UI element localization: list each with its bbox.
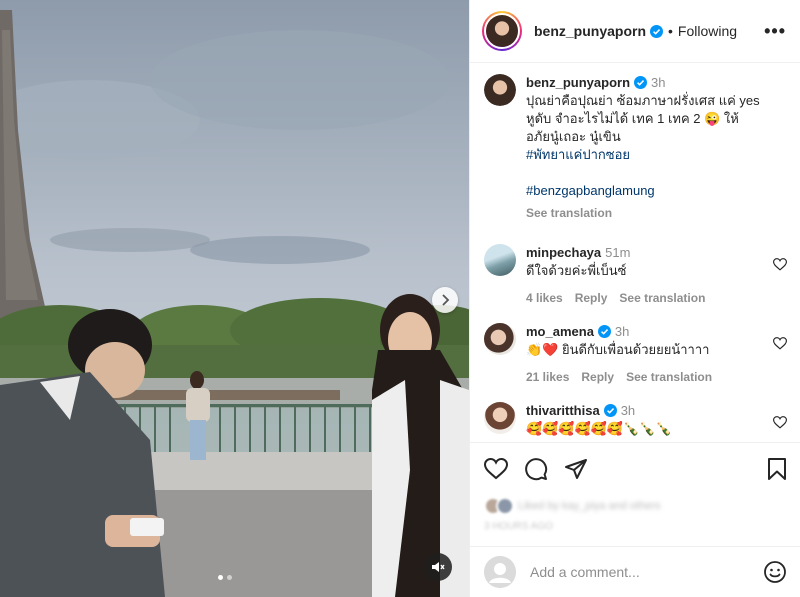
comment-time[interactable]: 3h — [615, 324, 629, 339]
comment-bubble-icon — [525, 458, 548, 481]
caption-text: ปุณย่าคือปุณย่า ซ้อมภาษาฝรั่งเศส แค่ yes… — [526, 93, 760, 144]
commenter-username[interactable]: minpechaya — [526, 245, 601, 260]
emoji-button[interactable] — [763, 560, 787, 584]
bookmark-icon — [768, 458, 786, 480]
comment-text: 🥰🥰🥰🥰🥰🥰🍾🍾🍾 — [526, 421, 672, 436]
comment-reply-button[interactable]: Reply — [581, 368, 614, 386]
caption-time[interactable]: 3h — [651, 75, 665, 90]
comment-time[interactable]: 51m — [605, 245, 630, 260]
liked-by-text[interactable]: Liked by kay_piya and others — [518, 500, 660, 512]
comment-likes[interactable]: 21 likes — [526, 368, 569, 386]
commenter-avatar[interactable] — [484, 244, 516, 276]
default-avatar-icon — [484, 556, 516, 588]
author-username[interactable]: benz_punyaporn — [534, 23, 646, 39]
comment-text: ดีใจด้วยค่ะพี่เบ็นซ์ — [526, 263, 627, 278]
liked-by-avatars — [484, 497, 514, 515]
post-photo — [0, 0, 469, 597]
liked-by[interactable]: Liked by kay_piya and others — [484, 497, 787, 515]
heart-icon — [484, 458, 508, 480]
carousel-next-button[interactable] — [432, 287, 458, 313]
current-user-avatar — [484, 556, 516, 588]
comment-button[interactable] — [524, 457, 548, 481]
commenter-username[interactable]: thivaritthisa — [526, 403, 600, 418]
post-actions: Liked by kay_piya and others 3 HOURS AGO — [470, 442, 800, 552]
heart-icon[interactable] — [773, 337, 787, 350]
post-header: benz_punyaporn • Following ••• — [470, 0, 800, 63]
more-options-icon[interactable]: ••• — [764, 21, 786, 42]
paper-plane-icon — [565, 459, 587, 479]
heart-icon[interactable] — [773, 416, 787, 429]
smiley-icon — [764, 561, 786, 583]
heart-icon[interactable] — [773, 258, 787, 271]
comment-see-translation[interactable]: See translation — [626, 368, 712, 386]
comments-list[interactable]: benz_punyaporn 3h ปุณย่าคือปุณย่า ซ้อมภาษ… — [470, 64, 800, 441]
caption-username[interactable]: benz_punyaporn — [526, 75, 630, 90]
comment-time[interactable]: 3h — [621, 403, 635, 418]
save-button[interactable] — [767, 458, 787, 480]
comment-likes[interactable]: 4 likes — [526, 289, 563, 307]
carousel-dot-active — [218, 575, 223, 580]
verified-badge-icon — [650, 24, 664, 38]
comment-text: 👏❤️ ยินดีกับเพื่อนด้วยยยน้าาาา — [526, 342, 710, 357]
caption-hashtag[interactable]: #พัทยาแค่ปากซอย — [526, 146, 762, 164]
like-button[interactable] — [484, 458, 508, 480]
post-date: 3 HOURS AGO — [484, 521, 553, 532]
comment-item: thivaritthisa 3h 🥰🥰🥰🥰🥰🥰🍾🍾🍾 — [484, 402, 787, 438]
comment-item: minpechaya 51m ดีใจด้วยค่ะพี่เบ็นซ์ 4 lik… — [484, 244, 787, 307]
mute-button[interactable] — [424, 553, 452, 581]
verified-badge-icon — [597, 325, 611, 338]
comment-item: mo_amena 3h 👏❤️ ยินดีกับเพื่อนด้วยยยน้าาา… — [484, 323, 787, 386]
carousel-dot — [227, 575, 232, 580]
share-button[interactable] — [564, 458, 588, 480]
verified-badge-icon — [634, 76, 648, 89]
caption-see-translation[interactable]: See translation — [526, 204, 762, 222]
verified-badge-icon — [603, 404, 617, 417]
following-button[interactable]: Following — [678, 23, 737, 39]
speaker-muted-icon — [432, 562, 445, 572]
header-separator: • — [668, 23, 673, 39]
post-side-panel: benz_punyaporn • Following ••• benz_puny… — [469, 0, 800, 597]
carousel-indicator — [218, 575, 232, 580]
commenter-username[interactable]: mo_amena — [526, 324, 594, 339]
commenter-avatar[interactable] — [484, 402, 516, 434]
chevron-right-icon — [442, 294, 450, 306]
caption-avatar[interactable] — [484, 74, 516, 106]
post-media[interactable] — [0, 0, 469, 597]
caption-hashtag[interactable]: #benzgapbanglamung — [526, 182, 762, 200]
comment-input[interactable] — [530, 564, 740, 580]
comment-reply-button[interactable]: Reply — [575, 289, 608, 307]
add-comment-bar — [470, 546, 800, 597]
commenter-avatar[interactable] — [484, 323, 516, 355]
comment-see-translation[interactable]: See translation — [619, 289, 705, 307]
post-caption: benz_punyaporn 3h ปุณย่าคือปุณย่า ซ้อมภาษ… — [484, 74, 787, 222]
author-avatar[interactable] — [482, 11, 522, 51]
